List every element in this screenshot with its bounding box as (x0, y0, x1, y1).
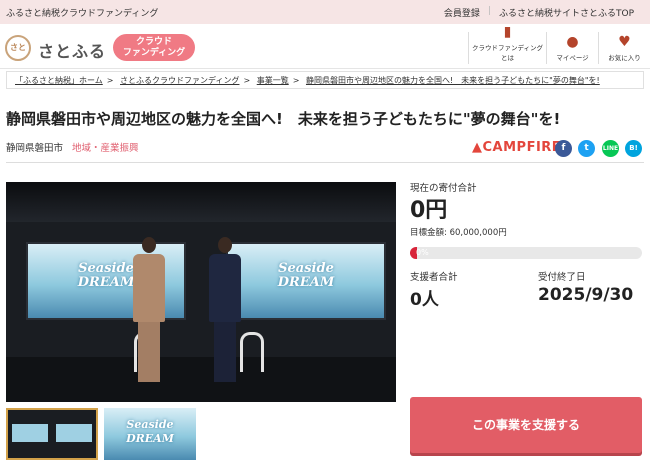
mini-screen (56, 424, 92, 442)
breadcrumb-separator: > (243, 76, 251, 85)
header-divider (0, 68, 650, 69)
logo-icon[interactable]: さと (5, 35, 31, 61)
person-figure (132, 237, 166, 387)
deadline-label: 受付終了日 (538, 272, 586, 283)
project-location: 静岡県磐田市 (6, 143, 64, 154)
current-amount: 0円 (410, 198, 448, 223)
project-category[interactable]: 地域・産業振興 (72, 140, 139, 154)
nav-label: お気に入り (608, 54, 641, 62)
thumbnail-2[interactable]: Seaside DREAM (104, 408, 196, 460)
person-body (133, 254, 165, 322)
person-head (142, 237, 156, 253)
twitter-share-icon[interactable]: t (578, 140, 595, 157)
screen-text: Seaside DREAM (228, 262, 384, 290)
nav-mypage[interactable]: ● マイページ (546, 32, 598, 64)
person-figure (208, 237, 242, 387)
breadcrumb-current[interactable]: 静岡県磐田市や周辺地区の魅力を全国へ! 未来を担う子どもたちに"夢の舞台"を! (306, 76, 600, 85)
supporters-count: 0人 (410, 290, 439, 310)
hatena-share-icon[interactable]: B! (625, 140, 642, 157)
person-icon: ● (566, 34, 579, 50)
top-bar: ふるさと納税クラウドファンディング 会員登録 | ふるさと納税サイトさとふるTO… (0, 0, 650, 24)
progress-bar: 0% (410, 247, 642, 259)
person-legs (138, 322, 160, 382)
title-divider (6, 162, 644, 163)
screen-text-line2: DREAM (277, 275, 335, 290)
supporters-label: 支援者合計 (410, 272, 458, 283)
stage-screen-right: Seaside DREAM (226, 242, 386, 320)
badge-line-2: ファンディング (122, 48, 186, 58)
progress-text: 0% (416, 248, 429, 257)
book-icon: ▮ (503, 24, 512, 40)
breadcrumb-projects[interactable]: 事業一覧 (257, 76, 289, 85)
nav-label: クラウドファンディングとは (471, 44, 544, 62)
chair (240, 332, 264, 372)
platform-name: CAMPFIRE (482, 140, 562, 155)
target-amount: 目標金額: 60,000,000円 (410, 228, 507, 238)
member-register-link[interactable]: 会員登録 (436, 6, 488, 19)
thumb-text-line2: DREAM (126, 432, 174, 445)
screen-text-line1: Seaside (278, 261, 334, 276)
breadcrumb-home[interactable]: 「ふるさと納税」ホーム (15, 76, 103, 85)
campfire-logo: ▲CAMPFIRE (472, 140, 562, 155)
mini-screen (12, 424, 48, 442)
thumbnail-text: Seaside DREAM (104, 418, 196, 446)
screen-text-line2: DREAM (77, 275, 135, 290)
nav-label: マイページ (556, 54, 589, 62)
nav-about-crowdfunding[interactable]: ▮ クラウドファンディングとは (468, 24, 546, 64)
deadline-date: 2025/9/30 (538, 285, 634, 305)
site-tagline: ふるさと納税クラウドファンディング (6, 9, 159, 19)
top-links: 会員登録 | ふるさと納税サイトさとふるTOP (436, 6, 642, 19)
project-main-image: Seaside DREAM Seaside DREAM (6, 182, 396, 402)
site-top-link[interactable]: ふるさと納税サイトさとふるTOP (491, 6, 642, 19)
nav-favorites[interactable]: ♥ お気に入り (598, 32, 650, 64)
person-head (218, 237, 232, 253)
person-legs (214, 322, 236, 382)
logo-text[interactable]: さとふる (38, 38, 106, 62)
thumbnail-1[interactable] (6, 408, 98, 460)
screen-text-line1: Seaside (78, 261, 134, 276)
heart-icon: ♥ (618, 34, 631, 50)
stage-floor (6, 357, 396, 402)
breadcrumb-separator: > (292, 76, 300, 85)
person-body (209, 254, 241, 322)
line-share-icon[interactable]: LINE (602, 140, 619, 157)
facebook-share-icon[interactable]: f (555, 140, 572, 157)
thumb-text-line1: Seaside (126, 418, 174, 431)
support-button[interactable]: この事業を支援する (410, 397, 642, 453)
page-title: 静岡県磐田市や周辺地区の魅力を全国へ! 未来を担う子どもたちに"夢の舞台"を! (6, 110, 561, 128)
breadcrumb-crowdfunding[interactable]: さとふるクラウドファンディング (120, 76, 239, 85)
ceiling (6, 182, 396, 222)
badge-line-1: クラウド (135, 37, 172, 47)
breadcrumb-separator: > (106, 76, 114, 85)
crowdfunding-badge[interactable]: クラウド ファンディング (113, 34, 195, 61)
header-nav: ▮ クラウドファンディングとは ● マイページ ♥ お気に入り (468, 24, 650, 64)
breadcrumb: 「ふるさと納税」ホーム > さとふるクラウドファンディング > 事業一覧 > 静岡県磐… (6, 71, 644, 89)
